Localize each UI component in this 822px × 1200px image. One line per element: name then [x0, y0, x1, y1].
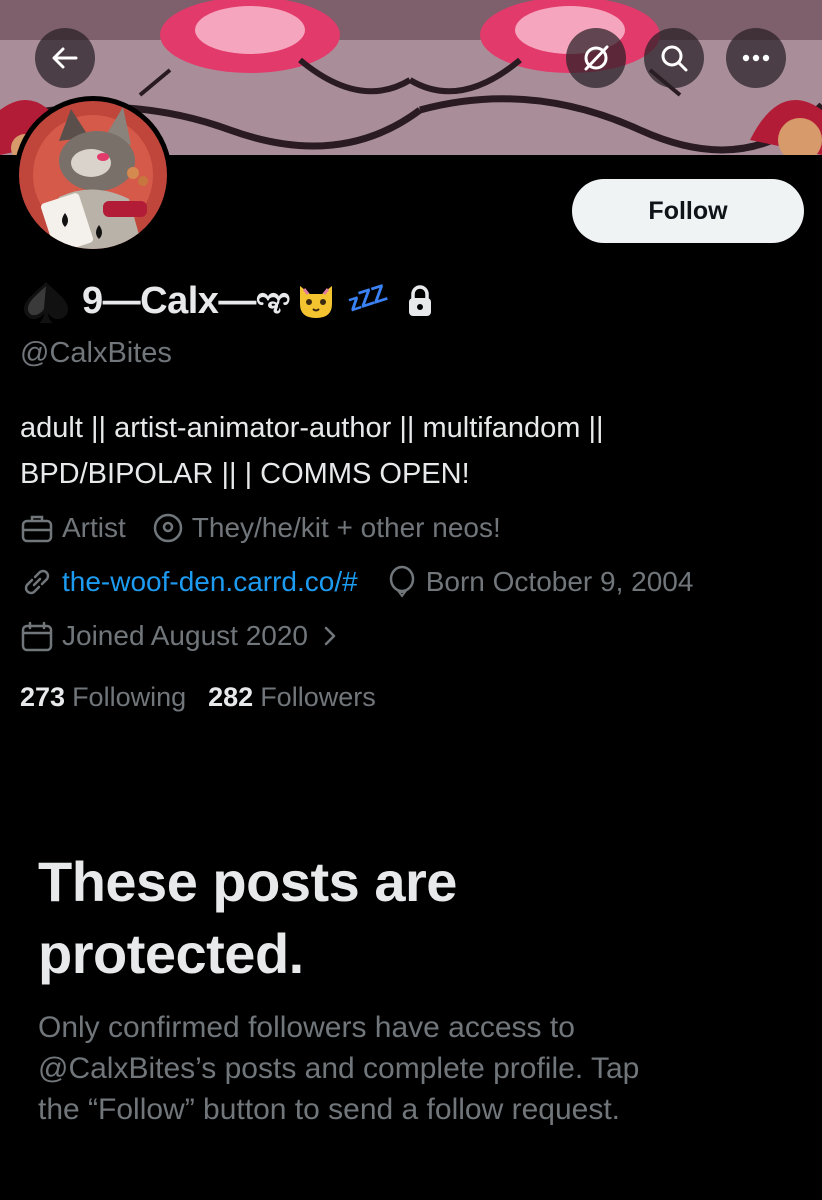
profile-meta-row-1: Artist They/he/kit + other neos! — [20, 509, 501, 547]
search-button[interactable] — [644, 28, 704, 88]
back-arrow-icon — [52, 47, 78, 69]
zzz-icon: zZZ — [344, 279, 390, 318]
profile-bio: adult || artist-animator-author || multi… — [20, 405, 800, 497]
birthday-label: Born October 9, 2004 — [425, 566, 694, 597]
spade-icon — [20, 278, 72, 324]
birthday-item: Born October 9, 2004 — [386, 565, 694, 599]
followers-count: 282 — [208, 682, 254, 712]
lock-icon — [406, 284, 434, 318]
profile-meta-row-3[interactable]: Joined August 2020 — [20, 617, 348, 655]
location-pin-icon — [153, 513, 183, 543]
following-stat[interactable]: 273 Following — [20, 682, 186, 713]
joined-item[interactable]: Joined August 2020 — [20, 620, 348, 652]
more-icon — [742, 54, 770, 62]
chevron-right-icon — [324, 626, 336, 646]
profile-handle: @CalxBites — [20, 337, 172, 369]
bio-line: BPD/BIPOLAR || | COMMS OPEN! — [20, 458, 470, 490]
avatar-artwork — [19, 101, 167, 249]
more-options-button[interactable] — [726, 28, 786, 88]
location-item: They/he/kit + other neos! — [152, 512, 501, 544]
meta-ai-icon — [584, 45, 609, 71]
follow-button[interactable]: Follow — [572, 179, 804, 243]
bio-line: adult || artist-animator-author || multi… — [20, 412, 604, 444]
protected-title: These posts are protected. — [38, 850, 457, 985]
profile-meta-row-2: the-woof-den.carrd.co/# Born October 9, … — [20, 563, 693, 601]
followers-label: Followers — [260, 682, 376, 712]
back-button[interactable] — [35, 28, 95, 88]
profile-name-row: 9—Calx—ಞ zZZ — [20, 278, 800, 324]
avatar[interactable] — [14, 96, 172, 254]
website-item[interactable]: the-woof-den.carrd.co/# — [20, 566, 358, 598]
followers-stat[interactable]: 282 Followers — [208, 682, 376, 713]
grok-button[interactable] — [566, 28, 626, 88]
search-icon — [661, 45, 688, 72]
category-label: Artist — [62, 512, 126, 543]
following-count: 273 — [20, 682, 66, 712]
following-label: Following — [72, 682, 187, 712]
website-link[interactable]: the-woof-den.carrd.co/# — [62, 566, 358, 598]
calendar-icon — [21, 621, 53, 652]
briefcase-icon — [21, 515, 53, 543]
profile-stats: 273 Following 282 Followers — [20, 682, 376, 713]
cat-face-icon — [296, 282, 336, 320]
location-label: They/he/kit + other neos! — [191, 512, 501, 543]
balloon-icon — [389, 565, 414, 598]
link-icon — [24, 569, 50, 595]
display-name: 9—Calx—ಞ — [82, 279, 291, 322]
protected-description: Only confirmed followers have access to … — [38, 1011, 640, 1126]
category-item: Artist — [20, 512, 126, 544]
joined-label: Joined August 2020 — [62, 620, 308, 651]
